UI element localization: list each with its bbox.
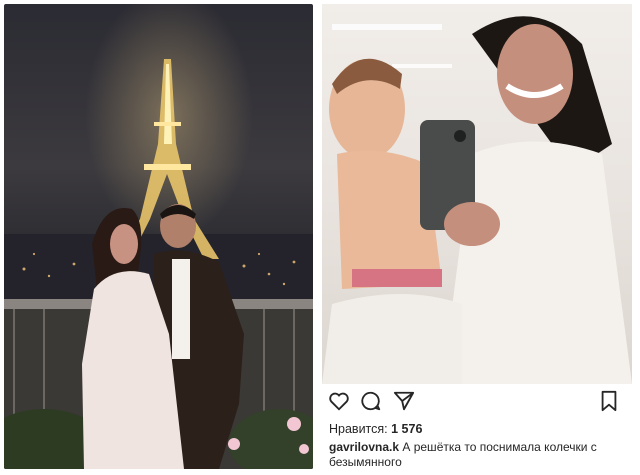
photo-right-drawing xyxy=(322,16,632,384)
couple-eiffel-tower-photo xyxy=(4,4,313,469)
heart-icon[interactable] xyxy=(328,390,350,412)
bookmark-icon[interactable] xyxy=(598,390,620,412)
likes-number: 1 576 xyxy=(391,422,423,436)
likes-label: Нравится: xyxy=(329,422,388,436)
share-icon[interactable] xyxy=(393,390,415,412)
post-caption: gavrilovna.k А решётка то поснимала коле… xyxy=(329,440,629,470)
username-link[interactable]: gavrilovna.k xyxy=(329,440,399,454)
comment-icon[interactable] xyxy=(360,390,382,412)
likes-count[interactable]: Нравится: 1 576 xyxy=(329,422,422,436)
photo-left-drawing xyxy=(4,59,313,469)
mirror-selfie-photo xyxy=(322,4,632,384)
post-actions-bar xyxy=(322,388,632,416)
